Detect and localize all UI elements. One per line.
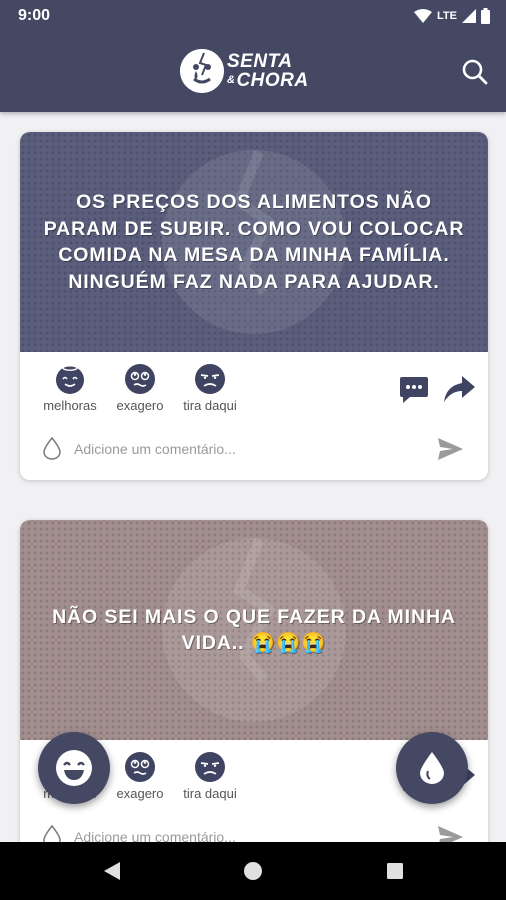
comment-bar bbox=[20, 814, 488, 842]
crying-face-logo-icon bbox=[180, 49, 224, 93]
reaction-fab[interactable] bbox=[38, 732, 110, 804]
reaction-exagero[interactable]: exagero bbox=[100, 363, 180, 413]
rolling-eyes-face-icon bbox=[125, 364, 155, 394]
app-bar: SENTA &CHORA bbox=[0, 32, 506, 112]
status-bar: 9:00 LTE bbox=[0, 0, 506, 32]
reaction-tira-daqui[interactable]: tira daqui bbox=[170, 751, 250, 801]
reaction-tira-daqui[interactable]: tira daqui bbox=[170, 363, 250, 413]
signal-icon bbox=[462, 9, 476, 23]
reaction-label: tira daqui bbox=[183, 786, 237, 801]
battery-icon bbox=[481, 8, 490, 24]
post-content[interactable]: NÃO SEI MAIS O QUE FAZER DA MINHA VIDA..… bbox=[20, 520, 488, 740]
post-actions: melhoras exagero bbox=[20, 352, 488, 426]
network-type: LTE bbox=[437, 10, 457, 22]
tear-drop-icon bbox=[43, 436, 61, 460]
rolling-eyes-face-icon bbox=[125, 752, 155, 782]
wifi-icon bbox=[414, 9, 433, 23]
home-icon[interactable] bbox=[242, 860, 264, 882]
reaction-label: tira daqui bbox=[183, 398, 237, 413]
back-icon[interactable] bbox=[100, 860, 122, 882]
search-icon[interactable] bbox=[460, 57, 490, 87]
logo-line2-text: CHORA bbox=[236, 69, 309, 91]
annoyed-face-icon bbox=[195, 364, 225, 394]
reaction-label: melhoras bbox=[43, 398, 97, 413]
new-post-fab[interactable] bbox=[396, 732, 468, 804]
logo-line2: &CHORA bbox=[227, 71, 309, 90]
reaction-exagero[interactable]: exagero bbox=[100, 751, 180, 801]
recents-icon[interactable] bbox=[384, 860, 406, 882]
post-text: OS PREÇOS DOS ALIMENTOS NÃO PARAM DE SUB… bbox=[43, 191, 465, 293]
post-content[interactable]: OS PREÇOS DOS ALIMENTOS NÃO PARAM DE SUB… bbox=[20, 132, 488, 352]
comment-bar bbox=[20, 426, 488, 480]
post-card: OS PREÇOS DOS ALIMENTOS NÃO PARAM DE SUB… bbox=[20, 132, 488, 480]
reaction-label: exagero bbox=[116, 786, 164, 801]
angel-face-icon bbox=[56, 365, 84, 394]
logo-ampersand: & bbox=[227, 74, 236, 87]
send-icon[interactable] bbox=[436, 436, 464, 462]
chat-icon[interactable] bbox=[398, 374, 430, 406]
smile-icon bbox=[56, 750, 92, 786]
status-time: 9:00 bbox=[18, 7, 51, 24]
reaction-label: exagero bbox=[116, 398, 164, 413]
comment-input[interactable] bbox=[74, 826, 404, 842]
post-text: NÃO SEI MAIS O QUE FAZER DA MINHA VIDA..… bbox=[52, 605, 456, 655]
app-logo: SENTA &CHORA bbox=[180, 49, 309, 93]
share-icon[interactable] bbox=[442, 374, 476, 404]
send-icon[interactable] bbox=[436, 824, 464, 842]
status-icons: LTE bbox=[414, 8, 490, 24]
annoyed-face-icon bbox=[195, 752, 225, 782]
comment-input[interactable] bbox=[74, 438, 404, 460]
tear-drop-icon bbox=[420, 752, 444, 784]
reaction-melhoras[interactable]: melhoras bbox=[30, 363, 110, 413]
logo-wordmark: SENTA &CHORA bbox=[227, 52, 309, 90]
logo-line1: SENTA bbox=[227, 50, 293, 72]
system-nav-bar bbox=[0, 842, 506, 900]
tear-drop-icon bbox=[43, 824, 61, 842]
